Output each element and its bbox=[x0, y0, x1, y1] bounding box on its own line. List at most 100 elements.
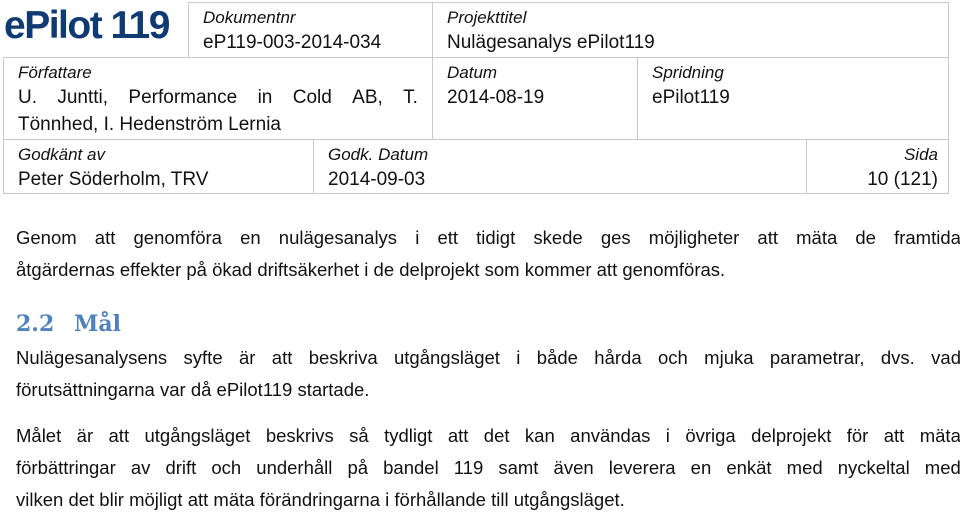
goal-line-3: vilken det blir möjligt att mäta förändr… bbox=[16, 489, 625, 510]
intro-line-1: Genom att genomföra en nulägesanalys i ett tidi… bbox=[16, 222, 960, 254]
word: i bbox=[516, 347, 521, 368]
project-title-label: Projekttitel bbox=[447, 8, 527, 27]
purpose-line-1: Nulägesanalysens syfte är att beskriva utgång… bbox=[16, 342, 960, 374]
date-cell: Datum 2014-08-19 bbox=[432, 57, 638, 140]
word: leverera bbox=[608, 457, 676, 478]
word: kan bbox=[524, 425, 555, 446]
word: på bbox=[347, 457, 369, 478]
word: och bbox=[657, 347, 688, 368]
word: vad bbox=[931, 347, 960, 368]
goal-line-1: Målet är att utgångsläget beskrivs så tydligt a… bbox=[16, 420, 960, 452]
page-label: Sida bbox=[903, 145, 938, 164]
approved-by-value: Peter Söderholm, TRV bbox=[18, 169, 209, 190]
section-heading: 2.2 Mål bbox=[16, 308, 121, 340]
word: en bbox=[690, 457, 712, 478]
section-title: Mål bbox=[74, 311, 121, 337]
word: underhåll bbox=[256, 457, 333, 478]
word: att bbox=[108, 425, 130, 446]
word: Cold bbox=[292, 87, 332, 108]
document-header-table: ePilot 119 Dokumentnr eP119-003-2014-034… bbox=[0, 0, 960, 200]
word: de bbox=[855, 227, 876, 248]
word: ges bbox=[600, 227, 631, 248]
word: i bbox=[415, 227, 420, 248]
page-value: 10 (121) bbox=[867, 169, 938, 190]
word: Genom bbox=[16, 227, 77, 248]
logo-cell: ePilot 119 bbox=[0, 2, 188, 57]
word: parametrar, bbox=[769, 347, 865, 368]
date-value: 2014-08-19 bbox=[447, 87, 545, 108]
word: att bbox=[757, 227, 778, 248]
word: en bbox=[240, 227, 261, 248]
word: U. bbox=[18, 87, 37, 108]
author-value-line1: U. Juntti, Performance in Cold AB, T. bbox=[18, 84, 418, 111]
epilot-logo: ePilot 119 bbox=[4, 4, 170, 47]
goal-paragraph: Målet är att utgångsläget beskrivs så tydligt a… bbox=[16, 420, 960, 516]
goal-line-2: förbättringar av drift och underhåll på bandel… bbox=[16, 452, 960, 484]
word: med bbox=[924, 457, 960, 478]
word: att bbox=[447, 425, 469, 446]
word: tydligt bbox=[384, 425, 433, 446]
intro-line-2: åtgärdernas effekter på ökad driftsäkerh… bbox=[16, 259, 726, 280]
word: framtida bbox=[894, 227, 960, 248]
word: utgångsläget bbox=[393, 347, 500, 368]
author-cell: Författare U. Juntti, Performance in Cold AB,… bbox=[3, 57, 433, 140]
word: AB, bbox=[352, 87, 383, 108]
approved-by-label: Godkänt av bbox=[18, 145, 105, 164]
word: utgångsläget bbox=[144, 425, 251, 446]
word: 119 bbox=[453, 457, 484, 478]
word: nyckeltal bbox=[837, 457, 910, 478]
approval-date-label: Godk. Datum bbox=[328, 145, 429, 164]
word: drift bbox=[165, 457, 197, 478]
word: delprojekt bbox=[751, 425, 832, 446]
word: Performance bbox=[128, 87, 238, 108]
word: Målet bbox=[16, 425, 62, 446]
word: nulägesanalys bbox=[278, 227, 398, 248]
approval-date-cell: Godk. Datum 2014-09-03 bbox=[313, 139, 807, 194]
word: tidigt bbox=[476, 227, 516, 248]
word: möjligheter bbox=[648, 227, 740, 248]
purpose-paragraph: Nulägesanalysens syfte är att beskriva utgång… bbox=[16, 342, 960, 406]
word: beskrivs bbox=[265, 425, 334, 446]
word: skede bbox=[533, 227, 583, 248]
word: både bbox=[536, 347, 578, 368]
word: syfte bbox=[183, 347, 223, 368]
word: mäta bbox=[796, 227, 838, 248]
project-title-cell: Projekttitel Nulägesanalys ePilot119 bbox=[432, 2, 949, 58]
word: in bbox=[257, 87, 273, 108]
distribution-value: ePilot119 bbox=[652, 87, 730, 108]
word: förbättringar bbox=[16, 457, 116, 478]
distribution-label: Spridning bbox=[652, 63, 724, 82]
project-title-value: Nulägesanalys ePilot119 bbox=[447, 32, 655, 53]
document-number-value: eP119-003-2014-034 bbox=[203, 32, 382, 53]
word: dvs. bbox=[880, 347, 915, 368]
distribution-cell: Spridning ePilot119 bbox=[637, 57, 949, 140]
word: genomföra bbox=[133, 227, 222, 248]
word: av bbox=[130, 457, 151, 478]
word: bandel bbox=[383, 457, 439, 478]
word: för bbox=[846, 425, 869, 446]
word: att bbox=[94, 227, 116, 248]
word: även bbox=[553, 457, 594, 478]
document-number-label: Dokumentnr bbox=[203, 8, 296, 27]
word: ett bbox=[437, 227, 459, 248]
document-number-cell: Dokumentnr eP119-003-2014-034 bbox=[188, 2, 433, 58]
word: i bbox=[665, 425, 670, 446]
word: Juntti, bbox=[57, 87, 109, 108]
word: med bbox=[786, 457, 823, 478]
approved-by-cell: Godkänt av Peter Söderholm, TRV bbox=[3, 139, 314, 194]
word: hårda bbox=[594, 347, 642, 368]
word: beskriva bbox=[308, 347, 378, 368]
word: mäta bbox=[919, 425, 960, 446]
word: det bbox=[483, 425, 510, 446]
word: att bbox=[883, 425, 905, 446]
page-number-cell: Sida 10 (121) bbox=[806, 139, 949, 194]
word: är bbox=[76, 425, 94, 446]
word: och bbox=[211, 457, 242, 478]
word: övriga bbox=[685, 425, 736, 446]
word: att bbox=[271, 347, 293, 368]
word: så bbox=[349, 425, 369, 446]
date-label: Datum bbox=[447, 63, 498, 82]
purpose-line-2: förutsättningarna var då ePilot119 start… bbox=[16, 379, 370, 400]
word: T. bbox=[403, 87, 418, 108]
word: användas bbox=[570, 425, 651, 446]
